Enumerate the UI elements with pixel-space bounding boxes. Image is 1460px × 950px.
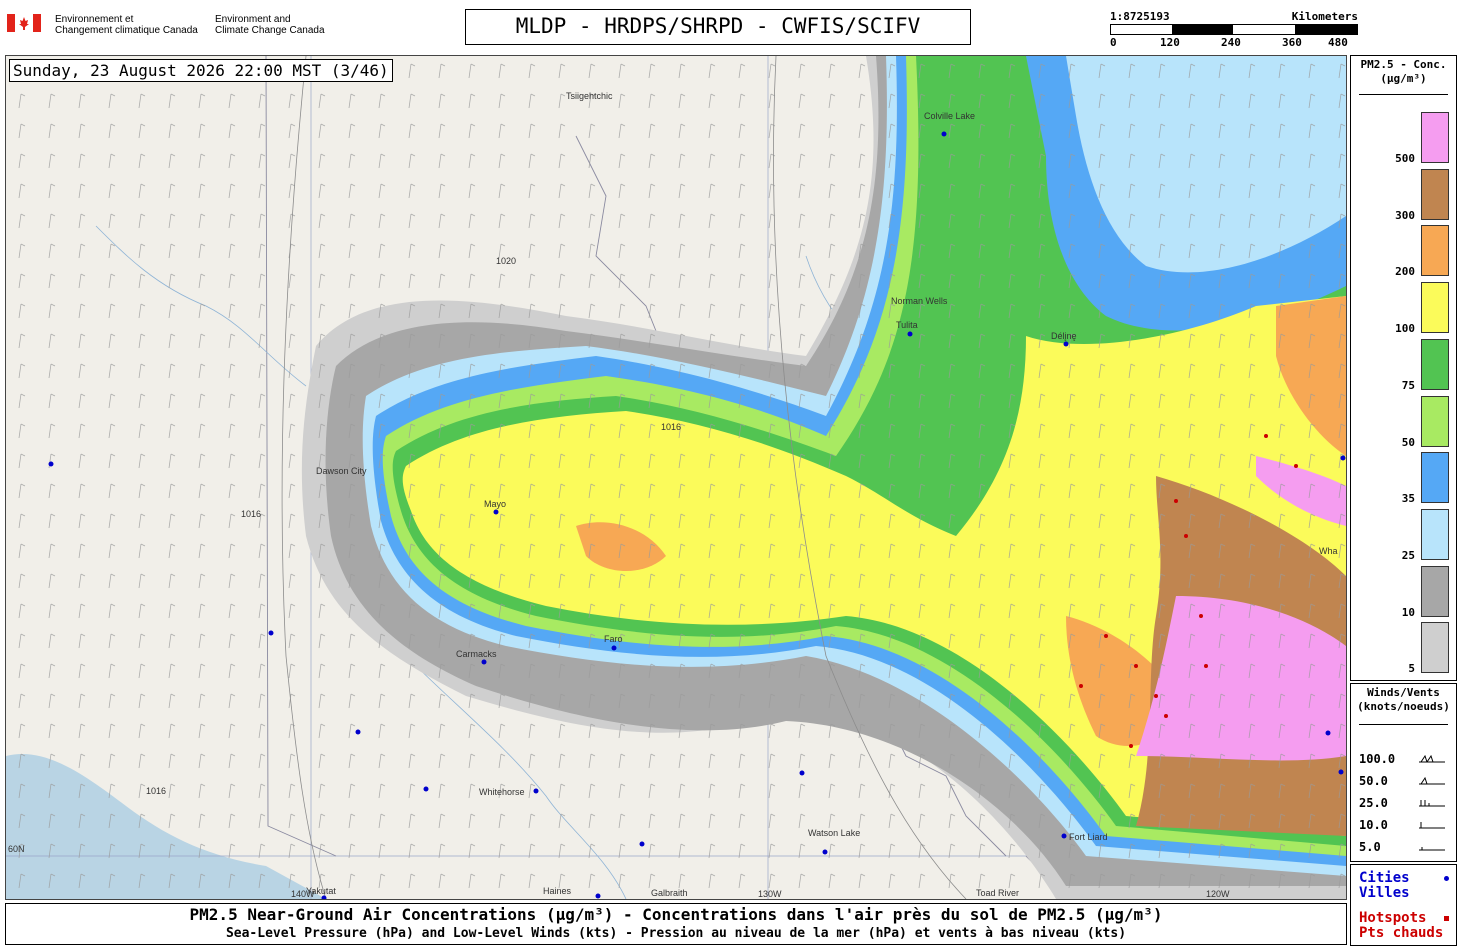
- legend-swatch-5: [1421, 622, 1449, 674]
- city-marker-icon: [1444, 876, 1449, 881]
- legend-swatch-200: [1421, 225, 1449, 277]
- cities-hotspots-legend: Cities Villes Hotspots Pts chauds: [1350, 864, 1457, 946]
- legend-cities-fr: Villes: [1359, 885, 1410, 901]
- graticule-label-140w: 140W: [291, 889, 315, 899]
- legend-divider: [1359, 94, 1448, 95]
- agency-name-en: Environment and Climate Change Canada: [215, 14, 325, 36]
- wind-legend-divider: [1359, 724, 1448, 725]
- city-label-norman-wells: Norman Wells: [891, 296, 948, 306]
- isobar-label: 1020: [496, 256, 517, 266]
- legend-swatch-50: [1421, 395, 1449, 447]
- datetime-label: Sunday, 23 August 2026 22:00 MST (3/46): [9, 59, 393, 82]
- agency-name-fr: Environnement et Changement climatique C…: [55, 14, 198, 36]
- city-label-haines: Haines: [543, 886, 572, 896]
- city-label-wha: Wha: [1319, 546, 1338, 556]
- legend-swatch-100: [1421, 282, 1449, 334]
- legend-label-100: 100: [1395, 322, 1415, 336]
- city-label-dawson-city: Dawson City: [316, 466, 367, 476]
- footer-line1: PM2.5 Near-Ground Air Concentrations (µg…: [189, 905, 1163, 924]
- legend-label-5: 5: [1408, 662, 1415, 676]
- legend-swatch-500: [1421, 112, 1449, 163]
- scale-bar-graphic: [1110, 24, 1358, 35]
- graticule-label-130w: 130W: [758, 889, 782, 899]
- legend-label-35: 35: [1401, 492, 1415, 506]
- agency-en-line2: Climate Change Canada: [215, 25, 325, 36]
- wind-legend-title1: Winds/Vents: [1367, 686, 1440, 699]
- wind-row-100: 100.0: [1359, 752, 1396, 766]
- legend-label-200: 200: [1395, 265, 1415, 279]
- legend-bins: 500 300 200 100 75 50 35 25 10 5: [1351, 112, 1456, 682]
- city-label-fort-liard: Fort Liard: [1069, 832, 1108, 842]
- scale-bar: 1:8725193 Kilometers 0 120 240 360 480: [1110, 10, 1358, 50]
- isobar-label: 1016: [661, 422, 682, 432]
- footer-line2: Sea-Level Pressure (hPa) and Low-Level W…: [225, 926, 1127, 941]
- legend-label-75: 75: [1401, 378, 1415, 392]
- wind-row-5: 5.0: [1359, 840, 1381, 854]
- legend-swatch-35: [1421, 452, 1449, 504]
- wind-row-10: 10.0: [1359, 818, 1388, 832]
- city-label-watson-lake: Watson Lake: [808, 828, 861, 838]
- scale-tick-480: 480: [1328, 36, 1348, 49]
- legend-title-line1: PM2.5 - Conc.: [1360, 58, 1447, 71]
- wind-legend-title2: (knots/noeuds): [1357, 700, 1450, 713]
- scale-tick-0: 0: [1110, 36, 1117, 49]
- legend-label-10: 10: [1401, 605, 1415, 619]
- city-label-tsiigehtchic: Tsiigehtchic: [566, 91, 613, 101]
- graticule-label-120w: 120W: [1206, 889, 1230, 899]
- legend-label-25: 25: [1401, 548, 1415, 562]
- footer-caption: PM2.5 Near-Ground Air Concentrations (µg…: [5, 903, 1347, 945]
- scale-tick-360: 360: [1282, 36, 1302, 49]
- wind-row-25: 25.0: [1359, 796, 1388, 810]
- scale-tick-120: 120: [1160, 36, 1180, 49]
- map-canvas[interactable]: [6, 56, 1346, 899]
- agency-fr-line2: Changement climatique Canada: [55, 25, 198, 36]
- agency-fr-line1: Environnement et: [55, 14, 134, 25]
- legend-label-50: 50: [1401, 435, 1415, 449]
- city-label-whitehorse: Whitehorse: [479, 787, 525, 797]
- hotspot-marker-icon: [1444, 916, 1449, 921]
- legend-hotspots-fr: Pts chauds: [1359, 925, 1444, 941]
- city-label-colville-lake: Colville Lake: [924, 111, 976, 121]
- wind-row-50: 50.0: [1359, 774, 1388, 788]
- city-label-mayo: Mayo: [484, 499, 507, 509]
- legend-swatch-75: [1421, 338, 1449, 390]
- legend-swatch-300: [1421, 168, 1449, 220]
- legend-title-line2: (µg/m³): [1380, 72, 1427, 85]
- legend-hotspots-en: Hotspots: [1359, 910, 1427, 926]
- graticule-label-60n: 60N: [8, 844, 25, 854]
- agency-en-line1: Environment and: [215, 14, 291, 25]
- isobar-label: 1016: [146, 786, 167, 796]
- legend-swatch-25: [1421, 508, 1449, 560]
- city-label-deline: Délįnę: [1051, 331, 1077, 341]
- legend-label-300: 300: [1395, 208, 1415, 222]
- map-panel[interactable]: Tsiigehtchic Colville Lake Norman Wells …: [5, 55, 1347, 900]
- legend-label-500: 500: [1395, 152, 1415, 165]
- scale-ratio: 1:8725193: [1110, 10, 1170, 23]
- wind-barb-icons: [1419, 754, 1445, 851]
- city-label-tulita: Tulita: [896, 320, 918, 330]
- city-label-faro: Faro: [604, 634, 623, 644]
- wind-legend: Winds/Vents (knots/noeuds) 100.0 50.0 25…: [1350, 683, 1457, 862]
- canada-flag-icon: [7, 14, 41, 32]
- scale-tick-240: 240: [1221, 36, 1241, 49]
- legend-swatch-10: [1421, 565, 1449, 617]
- page-title: MLDP - HRDPS/SHRPD - CWFIS/SCIFV: [465, 9, 971, 45]
- legend-cities-en: Cities: [1359, 870, 1410, 886]
- pm25-legend: PM2.5 - Conc. (µg/m³) 500 300 200 100 75 50 35…: [1350, 55, 1457, 681]
- city-label-toad-river: Toad River: [976, 888, 1020, 898]
- scale-unit: Kilometers: [1291, 10, 1358, 23]
- city-label-carmacks: Carmacks: [456, 649, 497, 659]
- city-label-galbraith: Galbraith: [651, 888, 688, 898]
- isobar-label: 1016: [241, 509, 262, 519]
